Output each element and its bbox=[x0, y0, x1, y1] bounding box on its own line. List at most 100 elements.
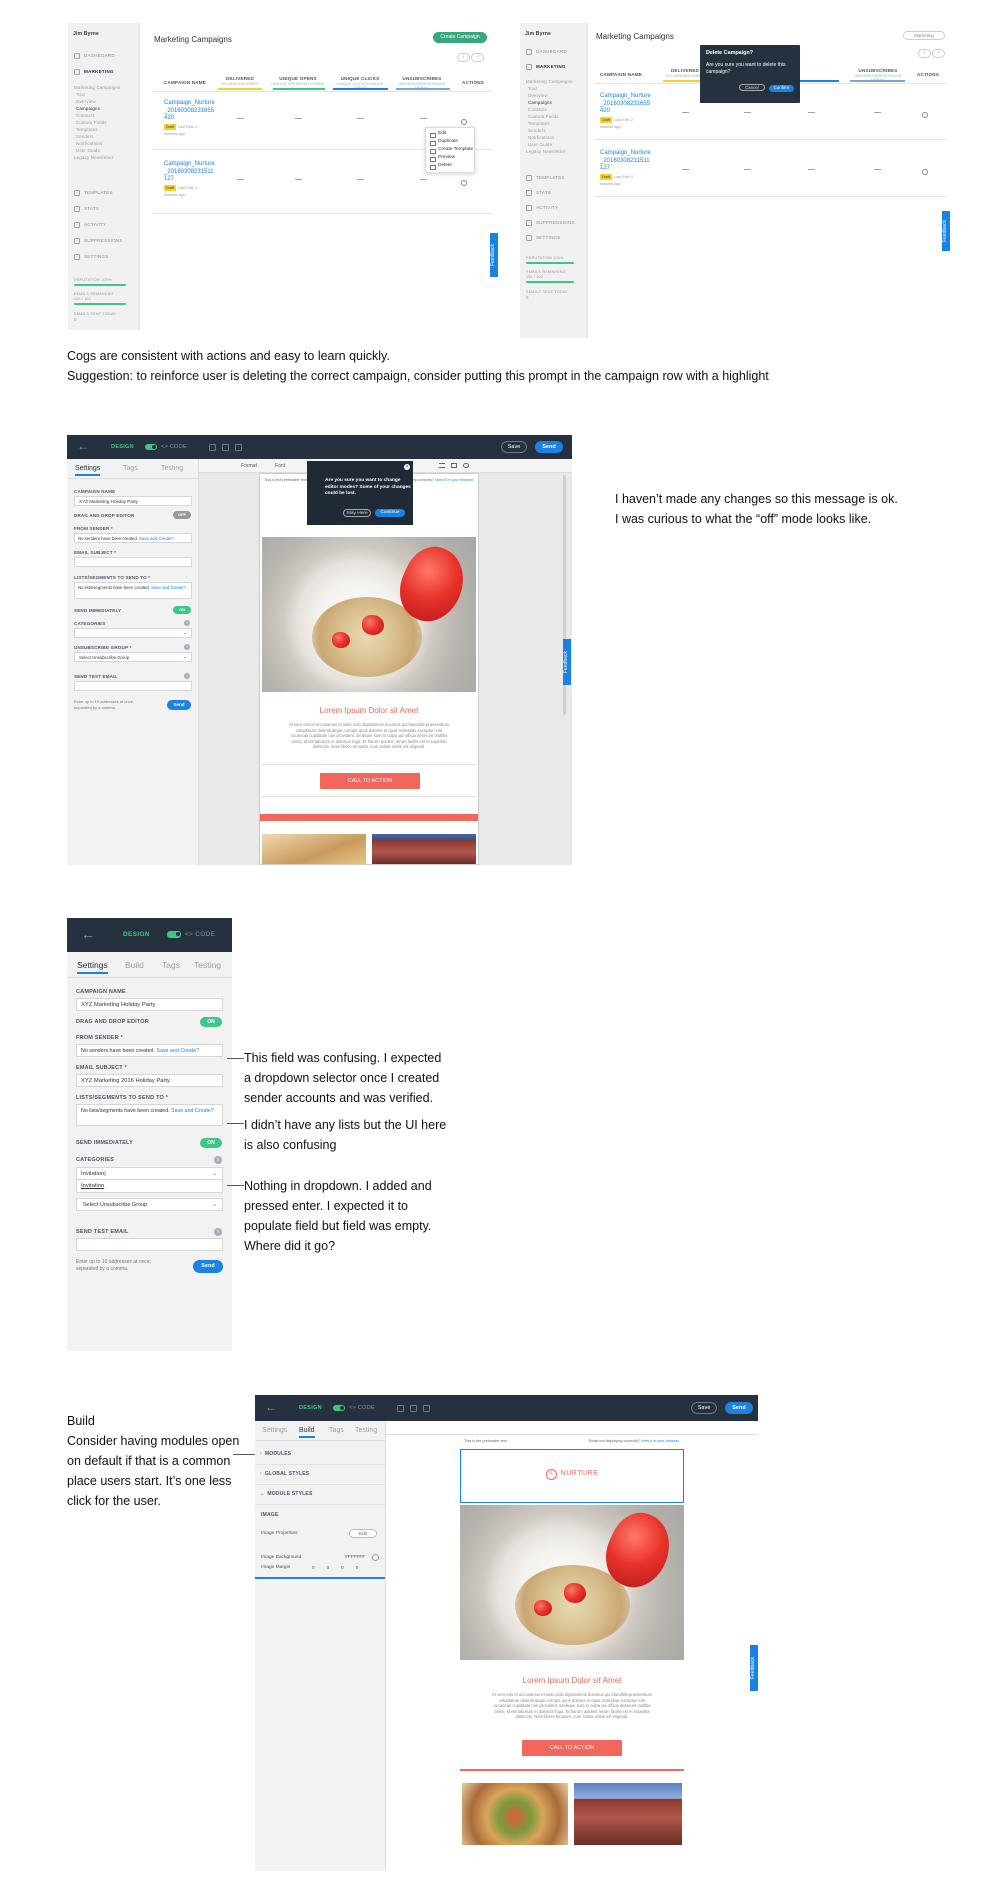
pager-prev-button[interactable]: ‹ bbox=[457, 53, 470, 62]
nav-marketing[interactable]: Marketing bbox=[74, 67, 114, 76]
hero-image[interactable] bbox=[460, 1505, 684, 1660]
info-icon[interactable]: i bbox=[184, 644, 190, 650]
subnav-custom-fields[interactable]: Custom Fields bbox=[76, 120, 107, 126]
tab-settings[interactable]: Settings bbox=[262, 1427, 287, 1434]
cancel-button[interactable]: Cancel bbox=[738, 84, 765, 91]
body-text[interactable]: At vero eos et accusamus et iusto odio d… bbox=[464, 1692, 680, 1720]
nav-stats[interactable]: Stats bbox=[74, 204, 99, 213]
test-send-button[interactable]: Send bbox=[193, 1260, 223, 1273]
subnav-contacts[interactable]: Contacts bbox=[76, 113, 95, 119]
call-to-action-button[interactable]: CALL TO ACTION bbox=[522, 1740, 622, 1756]
feedback-tab[interactable]: Feedback bbox=[563, 639, 571, 685]
save-and-create-link[interactable]: Save and Create? bbox=[151, 585, 186, 590]
code-mode-label[interactable]: <> CODE bbox=[349, 1405, 375, 1411]
account-dropdown[interactable]: Marketing bbox=[903, 31, 945, 40]
test-email-input[interactable] bbox=[74, 681, 192, 691]
nav-activity[interactable]: Activity bbox=[526, 203, 558, 212]
logo[interactable]: nNURTURE bbox=[460, 1469, 684, 1480]
from-sender-field[interactable]: No senders have been created. Save and C… bbox=[74, 533, 192, 543]
back-arrow-icon[interactable]: ← bbox=[81, 926, 95, 942]
subnav-templates[interactable]: Templates bbox=[76, 127, 98, 133]
save-and-create-link[interactable]: Save and Create? bbox=[156, 1048, 199, 1054]
headline[interactable]: Lorem Ipsum Dolor sit Amet bbox=[260, 706, 478, 715]
subnav-legacy-newsletter[interactable]: Legacy Newsletter bbox=[74, 155, 114, 161]
code-mode-label[interactable]: <> CODE bbox=[161, 444, 187, 450]
dnd-editor-toggle[interactable]: ON bbox=[200, 1017, 222, 1027]
save-button[interactable]: Save bbox=[691, 1402, 717, 1414]
column-delivered[interactable]: Delivered No Unsubscribes bbox=[215, 76, 265, 86]
food-thumbnail-image[interactable] bbox=[262, 834, 366, 864]
margin-bottom-input[interactable]: 0 bbox=[341, 1565, 344, 1570]
back-arrow-icon[interactable]: ← bbox=[265, 1400, 277, 1414]
column-campaign-name[interactable]: Campaign Name bbox=[164, 80, 210, 85]
tab-build[interactable]: Build bbox=[125, 960, 144, 970]
lists-field[interactable]: No lists/segments have been created. Sav… bbox=[76, 1104, 223, 1126]
nav-dashboard[interactable]: Dashboard bbox=[526, 47, 567, 56]
tab-settings[interactable]: Settings bbox=[75, 465, 101, 476]
lists-field[interactable]: No lists/segments have been created. Sav… bbox=[74, 582, 192, 599]
subnav-legacy-newsletter[interactable]: Legacy Newsletter bbox=[526, 149, 566, 155]
undo-icon[interactable] bbox=[222, 444, 229, 451]
undo-icon[interactable] bbox=[410, 1405, 417, 1412]
margin-left-input[interactable]: 0 bbox=[356, 1565, 359, 1570]
subnav-user-guide[interactable]: User Guide bbox=[528, 142, 552, 148]
format-dropdown[interactable]: Format bbox=[241, 463, 257, 469]
tab-settings[interactable]: Settings bbox=[77, 960, 108, 974]
building-thumbnail-image[interactable] bbox=[372, 834, 476, 864]
subnav-marketing-campaigns[interactable]: Marketing Campaigns bbox=[526, 79, 573, 85]
nav-dashboard[interactable]: Dashboard bbox=[74, 51, 115, 60]
tab-tags[interactable]: Tags bbox=[329, 1427, 344, 1434]
campaign-name-link[interactable]: Campaign_Nurture_20160308231511127 bbox=[164, 161, 216, 184]
test-send-button[interactable]: Send bbox=[167, 700, 191, 710]
tab-testing[interactable]: Testing bbox=[161, 465, 183, 472]
subnav-tour[interactable]: Tour bbox=[76, 92, 85, 98]
preview-icon[interactable] bbox=[397, 1405, 404, 1412]
feedback-tab[interactable]: Feedback bbox=[942, 211, 950, 251]
save-and-create-link[interactable]: Save and Create? bbox=[171, 1108, 214, 1114]
categories-dropdown[interactable]: Invitation| ⌄ bbox=[76, 1167, 223, 1180]
dnd-editor-toggle[interactable]: OFF bbox=[173, 511, 191, 519]
send-button[interactable]: Send bbox=[725, 1402, 753, 1414]
preview-icon[interactable] bbox=[209, 444, 216, 451]
send-button[interactable]: Send bbox=[535, 441, 563, 453]
from-sender-field[interactable]: No senders have been created. Save and C… bbox=[76, 1044, 223, 1057]
send-immediately-toggle[interactable]: ON bbox=[173, 606, 191, 614]
font-dropdown[interactable]: Font bbox=[275, 463, 285, 469]
headline[interactable]: Lorem Ipsum Dolor sit Amet bbox=[460, 1676, 684, 1685]
test-email-input[interactable] bbox=[76, 1238, 223, 1251]
nav-templates[interactable]: Templates bbox=[74, 188, 113, 197]
nav-suppressions[interactable]: Suppressions bbox=[526, 218, 575, 227]
image-icon[interactable] bbox=[451, 463, 457, 468]
editor-mode-toggle[interactable] bbox=[333, 1405, 345, 1411]
column-unique-opens[interactable]: Unique Opens Unique Opens/Delivered bbox=[270, 76, 326, 86]
gear-icon[interactable] bbox=[922, 112, 928, 118]
code-mode-label[interactable]: <> CODE bbox=[185, 931, 215, 938]
tab-build[interactable]: Build bbox=[299, 1427, 315, 1438]
save-button[interactable]: Save bbox=[501, 441, 527, 453]
pager-next-button[interactable]: › bbox=[932, 49, 945, 58]
image-background-value[interactable]: #FFFFFF bbox=[345, 1555, 365, 1560]
stay-here-button[interactable]: Stay Here bbox=[343, 509, 371, 517]
create-campaign-button[interactable]: Create Campaign bbox=[433, 32, 487, 43]
unsubscribe-group-dropdown[interactable]: Select Unsubscribe Group ⌄ bbox=[74, 652, 192, 662]
campaign-name-input[interactable]: XYZ Marketing Holiday Party bbox=[76, 998, 223, 1011]
gear-icon[interactable] bbox=[922, 169, 928, 175]
confirm-button[interactable]: Confirm bbox=[768, 85, 794, 92]
categories-dropdown[interactable]: ⌄ bbox=[74, 628, 192, 638]
subnav-campaigns[interactable]: Campaigns bbox=[528, 100, 552, 106]
nav-marketing[interactable]: Marketing bbox=[526, 62, 566, 71]
menu-item-delete[interactable]: Delete bbox=[426, 162, 474, 170]
gear-icon[interactable] bbox=[461, 119, 467, 125]
food-thumbnail-image[interactable] bbox=[462, 1783, 568, 1845]
send-immediately-toggle[interactable]: ON bbox=[200, 1138, 222, 1148]
email-subject-input[interactable] bbox=[74, 557, 192, 567]
delete-icon[interactable] bbox=[235, 444, 242, 451]
subnav-notifications[interactable]: Notifications bbox=[528, 135, 555, 141]
tab-testing[interactable]: Testing bbox=[194, 960, 221, 970]
user-name[interactable]: Jim Byrne bbox=[525, 31, 551, 37]
close-icon[interactable]: × bbox=[404, 464, 410, 470]
column-campaign-name[interactable]: Campaign Name bbox=[600, 72, 646, 77]
nav-settings[interactable]: Settings bbox=[74, 252, 109, 261]
subnav-contacts[interactable]: Contacts bbox=[528, 107, 547, 113]
tab-tags[interactable]: Tags bbox=[162, 960, 180, 970]
